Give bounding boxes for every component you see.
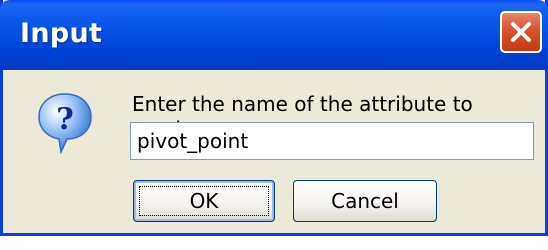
title-bar[interactable]: Input [0, 0, 548, 70]
close-icon [511, 22, 531, 42]
question-icon: ? [38, 93, 92, 154]
ok-button[interactable]: OK [133, 180, 275, 222]
focus-ring [139, 186, 269, 216]
close-button[interactable] [500, 11, 542, 53]
cancel-button[interactable]: Cancel [293, 180, 437, 222]
svg-text:?: ? [56, 102, 74, 137]
dialog-title: Input [20, 18, 103, 49]
attribute-name-input[interactable] [130, 122, 534, 160]
dialog-body: ? Enter the name of the attribute to cre… [3, 70, 545, 233]
input-dialog: Input ? Enter the name of the attribute … [0, 0, 548, 236]
cancel-button-label: Cancel [331, 189, 399, 213]
